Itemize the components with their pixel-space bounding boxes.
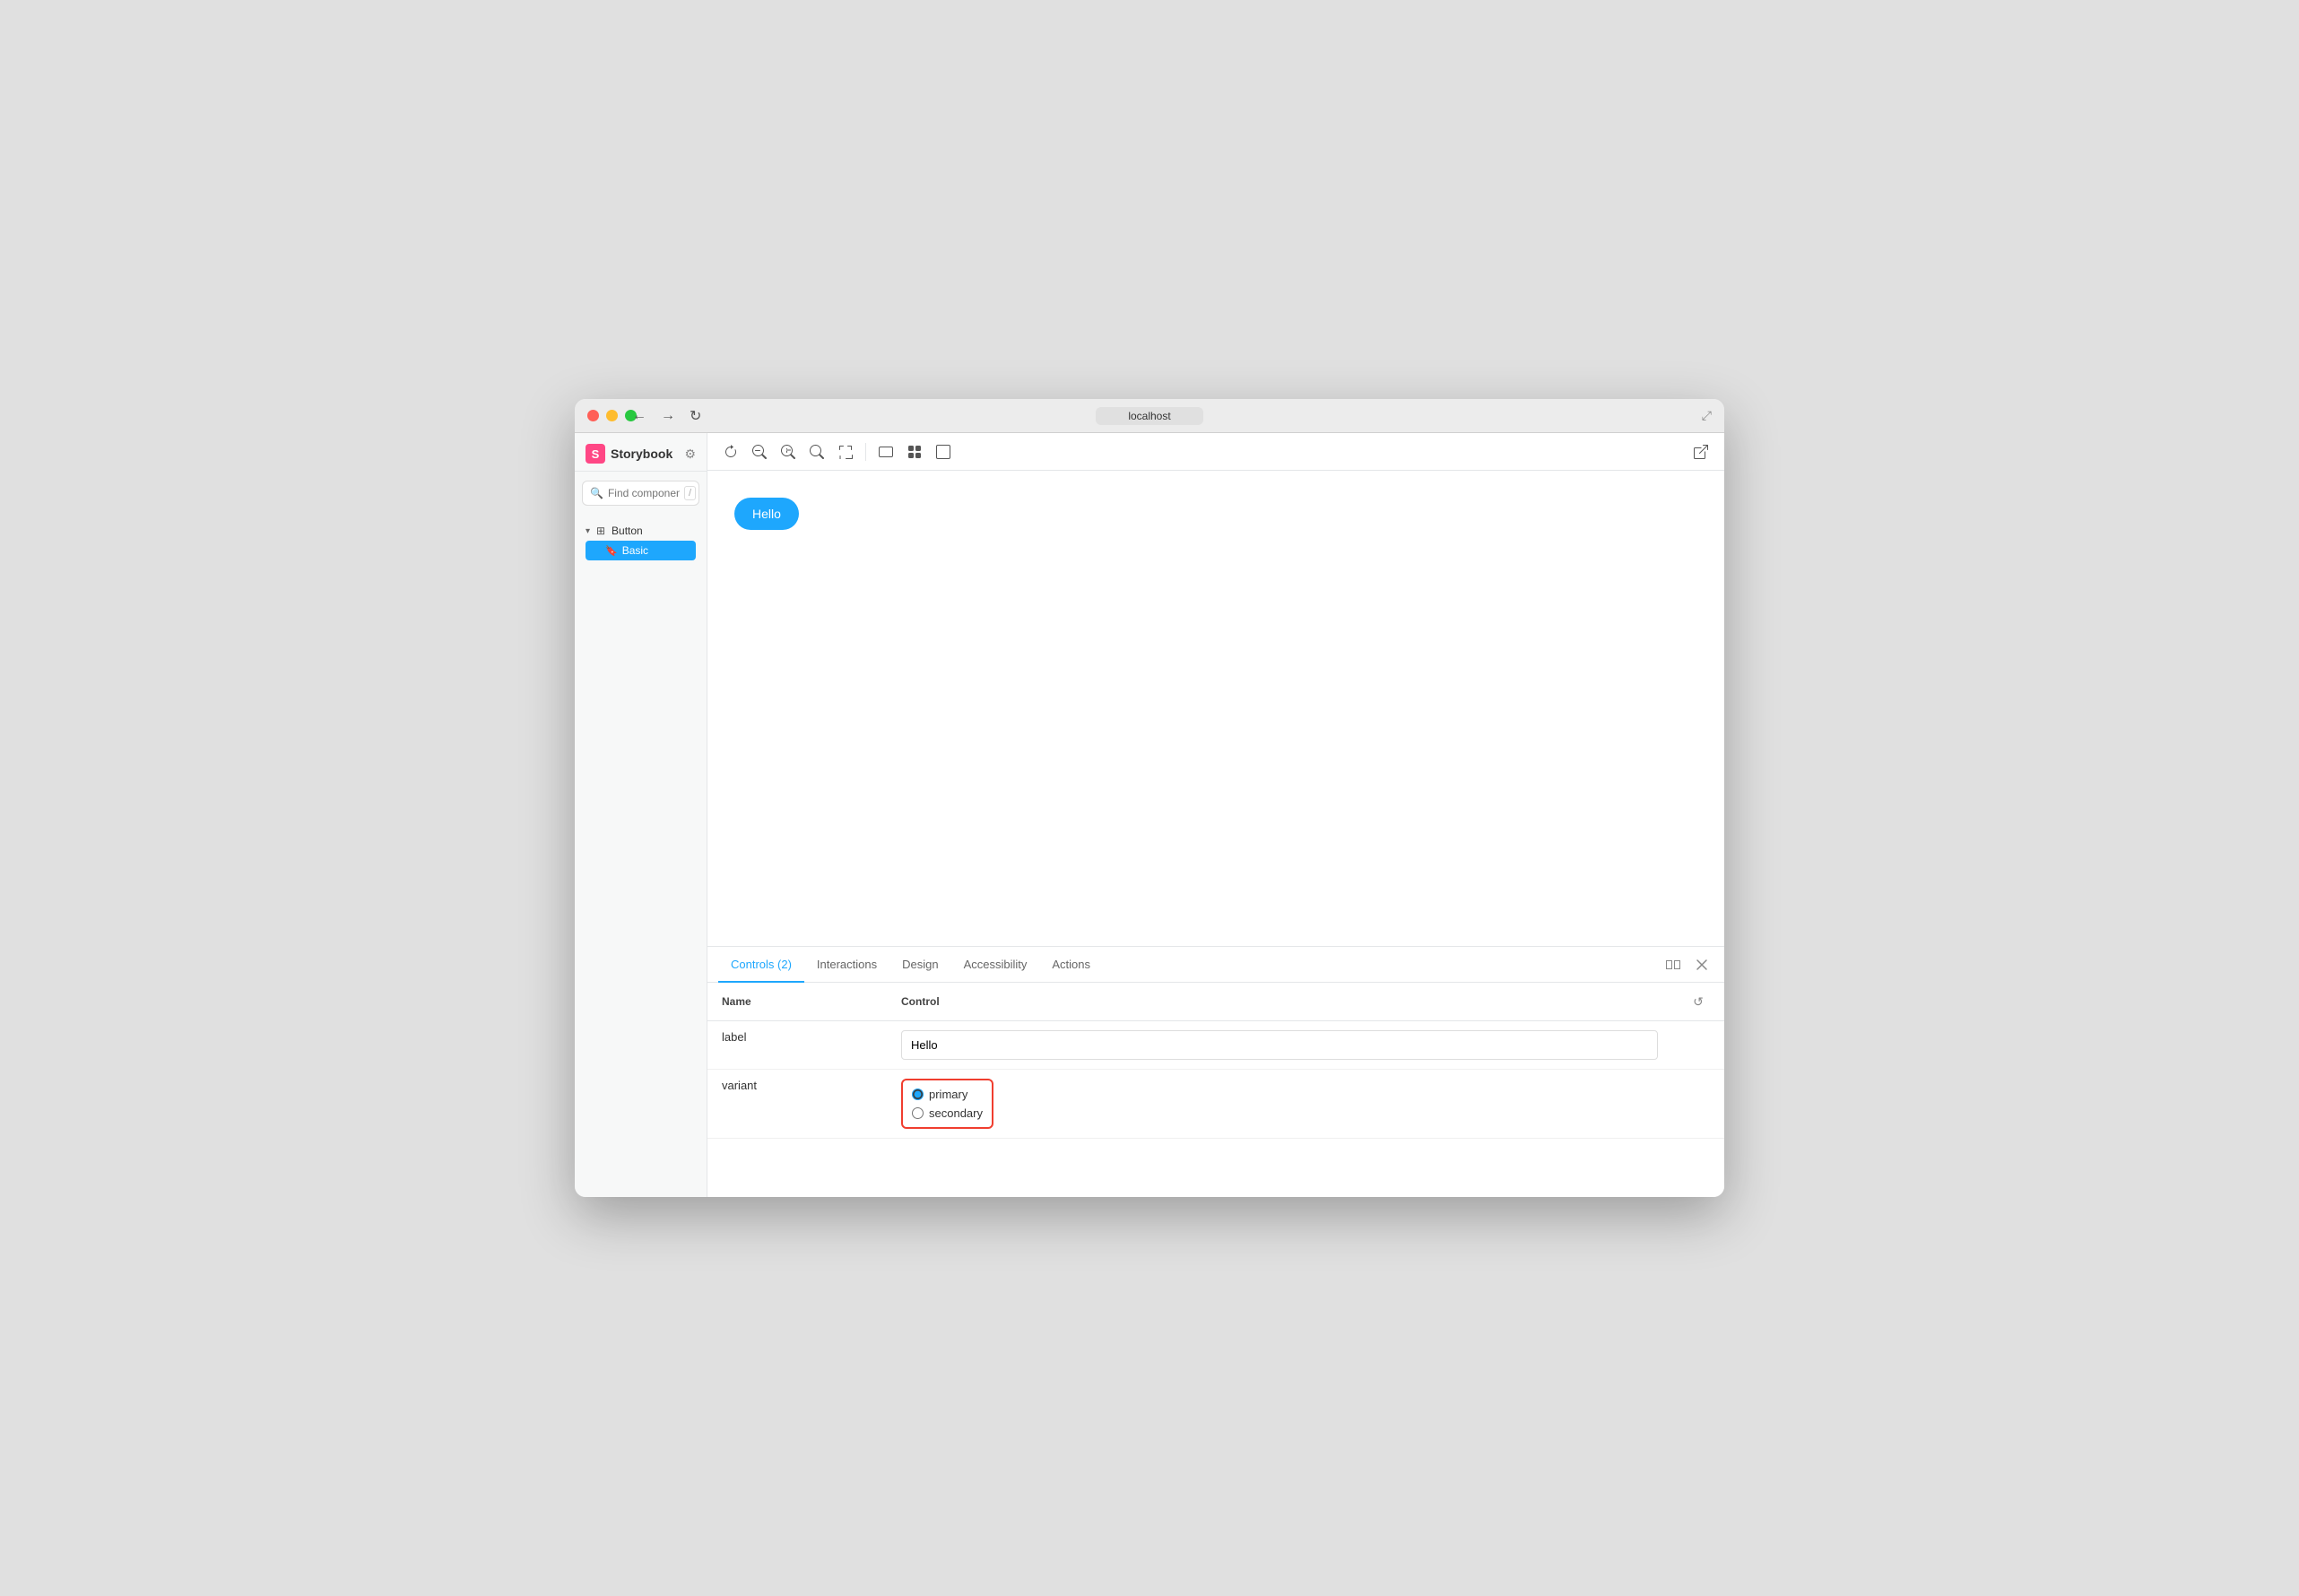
variant-radio-group: primary secondary: [901, 1079, 993, 1129]
main-area: Hello Controls (2) Interactions Design: [707, 433, 1724, 1197]
tab-interactions[interactable]: Interactions: [804, 947, 889, 983]
fullscreen-button[interactable]: [833, 439, 858, 464]
minimize-button[interactable]: [606, 410, 618, 421]
logo: S Storybook: [586, 444, 672, 464]
tree-group-label[interactable]: ▾ ⊞ Button: [582, 522, 699, 540]
col-control-header: Control: [887, 983, 1672, 1021]
tab-actions[interactable]: Actions: [1039, 947, 1103, 983]
preview-area: Hello: [707, 471, 1724, 946]
label-row-reset: [1672, 1021, 1724, 1070]
table-row: variant primary: [707, 1070, 1724, 1139]
component-icon: ⊞: [594, 525, 607, 537]
logo-text: Storybook: [611, 447, 672, 461]
controls-table: Name Control ↺: [707, 983, 1724, 1197]
table-row: label: [707, 1021, 1724, 1070]
label-text-input[interactable]: [901, 1030, 1658, 1060]
preview-hello-button[interactable]: Hello: [734, 498, 799, 530]
fullscreen-icon: [838, 445, 853, 459]
nav-controls: ← → ↻: [629, 405, 705, 427]
outline-button[interactable]: [931, 439, 956, 464]
story-icon: 🔖: [605, 545, 618, 557]
variant-secondary-option[interactable]: secondary: [912, 1106, 983, 1120]
search-bar[interactable]: 🔍 /: [582, 481, 699, 506]
forward-button[interactable]: →: [657, 405, 679, 427]
reset-all-button[interactable]: ↺: [1687, 990, 1710, 1013]
reload-icon: [724, 445, 738, 459]
app-window: ← → ↻ localhost ⤢ S Storybook ⚙ 🔍: [575, 399, 1724, 1197]
zoom-in-button[interactable]: [776, 439, 801, 464]
viewport-button[interactable]: [873, 439, 898, 464]
label-row-control: [887, 1021, 1672, 1070]
search-icon: 🔍: [590, 487, 603, 499]
zoom-reset-button[interactable]: [804, 439, 829, 464]
zoom-out-button[interactable]: [747, 439, 772, 464]
chevron-down-icon: ▾: [586, 526, 590, 536]
external-link-icon: ⤢: [1702, 408, 1712, 423]
split-panel-button[interactable]: [1661, 953, 1685, 976]
tree-group-button: ▾ ⊞ Button 🔖 Basic: [575, 518, 707, 565]
controls-data-table: Name Control ↺: [707, 983, 1724, 1139]
label-row-name: label: [707, 1021, 887, 1070]
toolbar-divider: [865, 443, 866, 461]
tab-design[interactable]: Design: [889, 947, 950, 983]
variant-row-name: variant: [707, 1070, 887, 1139]
zoom-out-icon: [752, 445, 767, 459]
outline-icon: [936, 445, 950, 459]
variant-primary-radio[interactable]: [912, 1089, 924, 1100]
gear-icon[interactable]: ⚙: [684, 447, 696, 462]
search-input[interactable]: [608, 487, 680, 499]
url-bar[interactable]: localhost: [1096, 407, 1203, 425]
sidebar-item-basic[interactable]: 🔖 Basic: [586, 541, 696, 560]
titlebar: ← → ↻ localhost ⤢: [575, 399, 1724, 433]
split-icon: [1666, 958, 1680, 972]
reload-button[interactable]: [718, 439, 743, 464]
external-icon: [1694, 445, 1708, 459]
app-body: S Storybook ⚙ 🔍 / ▾ ⊞ Button: [575, 433, 1724, 1197]
close-icon: [1696, 958, 1708, 971]
tab-accessibility[interactable]: Accessibility: [951, 947, 1040, 983]
sidebar-header: S Storybook ⚙: [575, 433, 707, 472]
panel-tabs: Controls (2) Interactions Design Accessi…: [707, 947, 1724, 983]
close-button[interactable]: [587, 410, 599, 421]
col-reset-header: ↺: [1672, 983, 1724, 1021]
story-label: Basic: [622, 544, 648, 557]
open-new-tab-button[interactable]: [1688, 439, 1713, 464]
toolbar: [707, 433, 1724, 471]
grid-button[interactable]: [902, 439, 927, 464]
zoom-reset-icon: [810, 445, 824, 459]
viewport-icon: [879, 445, 893, 459]
bottom-panel: Controls (2) Interactions Design Accessi…: [707, 946, 1724, 1197]
search-shortcut: /: [684, 486, 696, 500]
toolbar-right: [1688, 439, 1713, 464]
group-name: Button: [612, 525, 643, 537]
panel-tab-actions: [1661, 953, 1713, 976]
variant-row-reset: [1672, 1070, 1724, 1139]
refresh-button[interactable]: ↻: [686, 405, 705, 427]
sidebar-tree: ▾ ⊞ Button 🔖 Basic: [575, 515, 707, 568]
zoom-in-icon: [781, 445, 795, 459]
variant-secondary-radio[interactable]: [912, 1107, 924, 1119]
grid-icon: [907, 445, 922, 459]
logo-icon: S: [586, 444, 605, 464]
tab-controls[interactable]: Controls (2): [718, 947, 804, 983]
variant-row-control: primary secondary: [887, 1070, 1672, 1139]
variant-primary-option[interactable]: primary: [912, 1088, 983, 1101]
sidebar: S Storybook ⚙ 🔍 / ▾ ⊞ Button: [575, 433, 707, 1197]
col-name-header: Name: [707, 983, 887, 1021]
close-panel-button[interactable]: [1690, 953, 1713, 976]
back-button[interactable]: ←: [629, 405, 650, 427]
